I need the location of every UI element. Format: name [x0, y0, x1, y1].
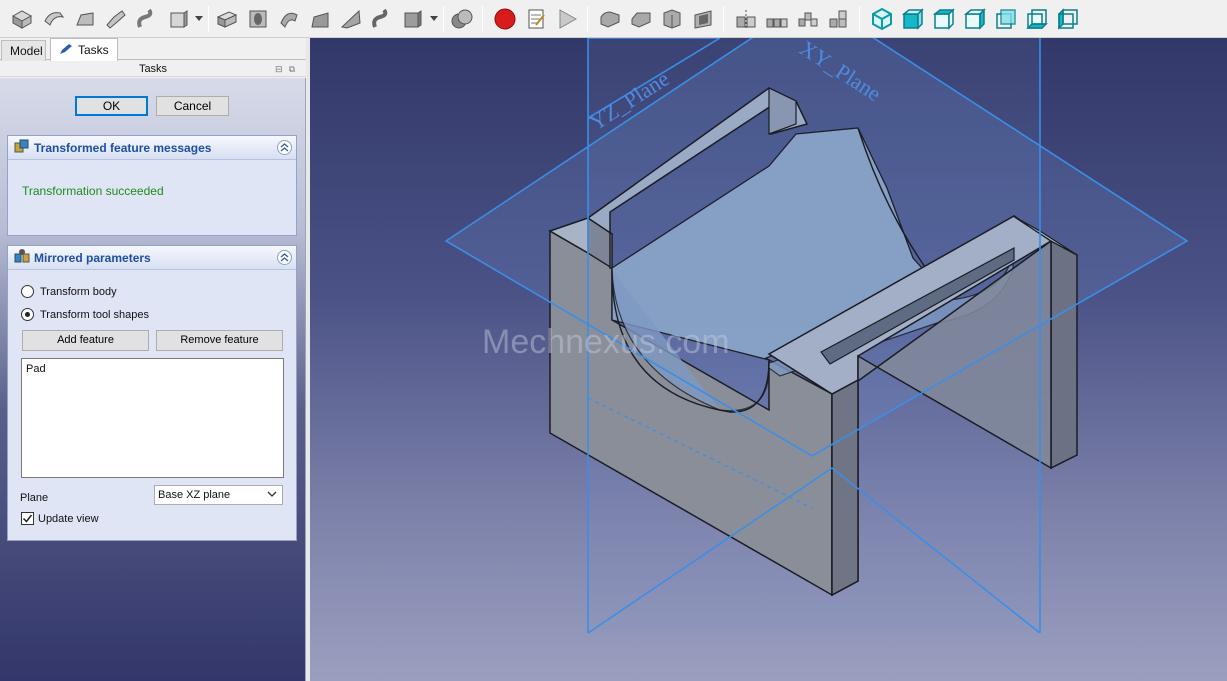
- combo-tabs: Model Tasks: [0, 38, 306, 61]
- transformed-feature-icon: [14, 138, 30, 157]
- combo-view: Model Tasks Tasks ⊟⧉ OK Cancel Transform…: [0, 38, 306, 681]
- view-front-icon[interactable]: [899, 5, 927, 33]
- hole-icon[interactable]: [244, 5, 272, 33]
- view-right-icon[interactable]: [961, 5, 989, 33]
- remove-feature-button[interactable]: Remove feature: [156, 330, 283, 351]
- update-view-option[interactable]: Update view: [21, 512, 99, 525]
- view-rear-icon[interactable]: [992, 5, 1020, 33]
- additive-pipe-icon[interactable]: [102, 5, 130, 33]
- watermark: Mechnexus.com: [482, 323, 730, 361]
- view-top-icon[interactable]: [930, 5, 958, 33]
- subtractive-pipe-icon[interactable]: [337, 5, 365, 33]
- messages-section-header: Transformed feature messages: [8, 136, 296, 160]
- tab-model[interactable]: Model: [1, 40, 46, 61]
- add-feature-button[interactable]: Add feature: [22, 330, 149, 351]
- transform-tool-shapes-radio[interactable]: [21, 308, 34, 321]
- task-area: OK Cancel Transformed feature messages T…: [0, 78, 306, 681]
- chamfer-icon[interactable]: [627, 5, 655, 33]
- collapse-icon[interactable]: [277, 140, 292, 155]
- additive-helix-icon[interactable]: [133, 5, 161, 33]
- additive-loft-icon[interactable]: [71, 5, 99, 33]
- tasks-panel-header: Tasks ⊟⧉: [0, 61, 306, 77]
- messages-section-title: Transformed feature messages: [34, 140, 212, 155]
- revolution-icon[interactable]: [40, 5, 68, 33]
- tasks-panel-title: Tasks: [138, 63, 168, 75]
- mirrored-parameters-section: Mirrored parameters Transform body Trans…: [7, 245, 297, 541]
- boolean-icon[interactable]: [448, 5, 476, 33]
- mirrored-section-title: Mirrored parameters: [34, 250, 151, 265]
- pencil-icon: [59, 43, 73, 58]
- tab-tasks[interactable]: Tasks: [50, 38, 118, 61]
- subtractive-box-icon[interactable]: [399, 5, 427, 33]
- view-left-icon[interactable]: [1054, 5, 1082, 33]
- plane-label: Plane: [20, 492, 49, 504]
- plane-select[interactable]: Base XZ plane: [154, 485, 283, 505]
- update-view-checkbox[interactable]: [21, 512, 34, 525]
- pad-icon[interactable]: [8, 5, 36, 33]
- feature-list[interactable]: Pad: [21, 358, 284, 478]
- thickness-icon[interactable]: [689, 5, 717, 33]
- subtractive-loft-icon[interactable]: [306, 5, 334, 33]
- transform-tool-shapes-option[interactable]: Transform tool shapes: [21, 308, 149, 321]
- chevron-down-icon[interactable]: [429, 5, 439, 33]
- list-item[interactable]: Pad: [26, 363, 279, 375]
- pocket-icon[interactable]: [213, 5, 241, 33]
- mirrored-icon[interactable]: [732, 5, 760, 33]
- toolbar: [0, 0, 1227, 38]
- tab-model-label: Model: [10, 44, 43, 58]
- linear-pattern-icon[interactable]: [763, 5, 791, 33]
- transform-body-radio[interactable]: [21, 285, 34, 298]
- transform-body-option[interactable]: Transform body: [21, 285, 117, 298]
- chevron-down-icon[interactable]: [194, 5, 204, 33]
- polar-pattern-icon[interactable]: [794, 5, 822, 33]
- dock-buttons[interactable]: ⊟⧉: [275, 61, 301, 77]
- chevron-down-icon: [267, 488, 277, 506]
- tab-tasks-label: Tasks: [78, 43, 109, 57]
- fillet-icon[interactable]: [596, 5, 624, 33]
- mirrored-feature-icon: [14, 248, 30, 267]
- collapse-icon[interactable]: [277, 250, 292, 265]
- draft-icon[interactable]: [658, 5, 686, 33]
- status-message: Transformation succeeded: [22, 184, 164, 198]
- transform-tool-shapes-label: Transform tool shapes: [40, 308, 150, 321]
- execute-macro-icon[interactable]: [553, 5, 581, 33]
- mirrored-section-header: Mirrored parameters: [8, 246, 296, 270]
- macros-icon[interactable]: [522, 5, 550, 33]
- cancel-button[interactable]: Cancel: [156, 96, 229, 116]
- messages-section: Transformed feature messages Transformat…: [7, 135, 297, 236]
- 3d-scene: YZ_Plane XY_Plane: [444, 38, 1189, 634]
- additive-box-icon[interactable]: [164, 5, 192, 33]
- groove-icon[interactable]: [275, 5, 303, 33]
- multitransform-icon[interactable]: [825, 5, 853, 33]
- plane-select-value: Base XZ plane: [158, 489, 231, 501]
- view-bottom-icon[interactable]: [1023, 5, 1051, 33]
- ok-button[interactable]: OK: [75, 96, 148, 116]
- record-macro-icon[interactable]: [491, 5, 519, 33]
- subtractive-helix-icon[interactable]: [368, 5, 396, 33]
- transform-body-label: Transform body: [40, 285, 117, 298]
- view-isometric-icon[interactable]: [868, 5, 896, 33]
- update-view-label: Update view: [38, 512, 99, 525]
- 3d-view[interactable]: YZ_Plane XY_Plane Mechnexus.com: [310, 38, 1227, 681]
